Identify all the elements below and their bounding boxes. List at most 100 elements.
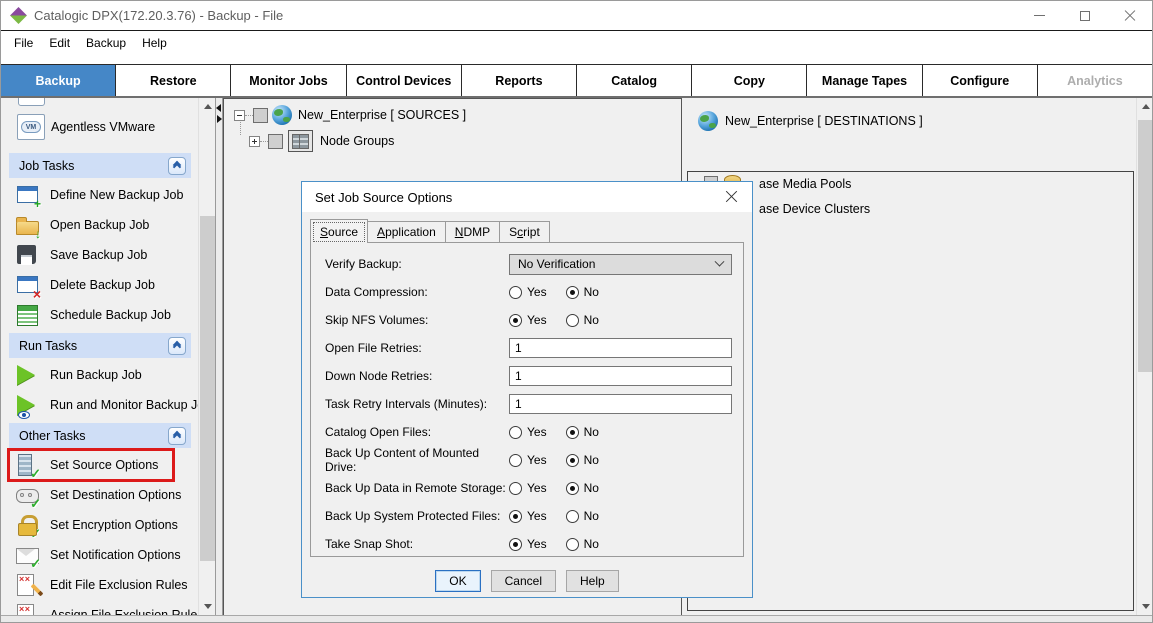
panel-splitter[interactable] [215,98,223,615]
scroll-up-arrow[interactable] [199,98,216,115]
radio-option-no[interactable]: No [566,313,599,327]
tab-manage-tapes[interactable]: Manage Tapes [807,65,922,96]
radio-option-yes[interactable]: Yes [509,537,547,551]
task-item-label: Set Encryption Options [50,518,178,532]
sidebar-item-label: Agentless VMware [51,120,155,134]
globe-icon [698,111,718,131]
radio-option-yes[interactable]: Yes [509,425,547,439]
text-input[interactable]: 1 [509,394,732,414]
text-input[interactable]: 1 [509,366,732,386]
radio-option-yes[interactable]: Yes [509,453,547,467]
dialog-tab-source[interactable]: Source [310,219,368,243]
expand-expander-icon[interactable] [249,136,260,147]
tree-node-device-clusters[interactable]: ase Device Clusters [688,199,1133,219]
scroll-down-arrow[interactable] [199,598,216,615]
sidebar-scrollbar[interactable] [198,98,215,615]
tree-node-enterprise-sources[interactable]: New_Enterprise [ SOURCES ] [234,105,466,125]
globe-icon [272,105,292,125]
tab-configure[interactable]: Configure [923,65,1038,96]
tree-node-media-pools[interactable]: ase Media Pools [688,174,1133,194]
tab-monitor-jobs[interactable]: Monitor Jobs [231,65,346,96]
sidebar-item-run-backup-job[interactable]: Run Backup Job [1,360,198,390]
collapse-section-button[interactable] [168,157,186,175]
sidebar-item-set-destination-options[interactable]: ✓Set Destination Options [1,480,198,510]
sidebar-item-open-backup-job[interactable]: ↓Open Backup Job [1,210,198,240]
maximize-icon [1080,11,1090,21]
tab-catalog[interactable]: Catalog [577,65,692,96]
sidebar-item-define-new-backup-job[interactable]: +Define New Backup Job [1,180,198,210]
tab-backup[interactable]: Backup [1,65,116,96]
sidebar-item-assign-file-exclusion-rule[interactable]: Assign File Exclusion Rule [1,600,198,615]
sidebar-item-save-backup-job[interactable]: Save Backup Job [1,240,198,270]
sidebar-item-set-source-options[interactable]: ✓Set Source Options [1,450,198,480]
radio-option-yes[interactable]: Yes [509,313,547,327]
scroll-up-arrow[interactable] [1137,98,1153,115]
scroll-down-arrow[interactable] [1137,598,1153,615]
sidebar-item-set-encryption-options[interactable]: ✓Set Encryption Options [1,510,198,540]
radio-icon [509,314,522,327]
section-header-job-tasks: Job Tasks [9,153,191,178]
minimize-button[interactable] [1017,1,1062,30]
cancel-button[interactable]: Cancel [491,570,556,592]
collapse-section-button[interactable] [168,427,186,445]
dialog-tab-script[interactable]: Script [499,221,550,243]
dialog-tab-ndmp[interactable]: NDMP [445,221,500,243]
dialog-tab-application[interactable]: Application [367,221,446,243]
verify-backup-dropdown[interactable]: No Verification [509,254,732,275]
form-row-back-up-content-of-mounted-drive: Back Up Content of Mounted Drive:YesNo [325,446,743,474]
tree-node-label: New_Enterprise [ DESTINATIONS ] [725,114,923,128]
sidebar-item-schedule-backup-job[interactable]: Schedule Backup Job [1,300,198,330]
maximize-button[interactable] [1062,1,1107,30]
task-sidebar: VM Agentless VMware Job Tasks+Define New… [1,98,198,615]
ok-button[interactable]: OK [435,570,480,592]
scrollbar-thumb[interactable] [200,216,215,561]
section-header-run-tasks: Run Tasks [9,333,191,358]
dialog-close-button[interactable] [710,182,752,212]
badge-icon: ✓ [30,468,41,480]
tree-node-enterprise-destinations[interactable]: New_Enterprise [ DESTINATIONS ] [698,111,923,131]
tab-control-devices[interactable]: Control Devices [347,65,462,96]
radio-option-no[interactable]: No [566,425,599,439]
radio-option-yes[interactable]: Yes [509,509,547,523]
scrollbar-thumb[interactable] [1138,120,1153,372]
tree-node-node-groups[interactable]: Node Groups [249,130,394,152]
sidebar-item-agentless-vmware[interactable]: VM Agentless VMware [1,110,190,144]
radio-label: Yes [527,509,547,523]
down-triangle-icon [204,604,212,609]
tab-restore[interactable]: Restore [116,65,231,96]
radio-label: Yes [527,481,547,495]
help-button[interactable]: Help [566,570,619,592]
radio-option-yes[interactable]: Yes [509,285,547,299]
form-row-back-up-data-in-remote-storage: Back Up Data in Remote Storage:YesNo [325,474,743,502]
collapse-section-button[interactable] [168,337,186,355]
destinations-scrollbar[interactable] [1136,98,1153,615]
menu-item-edit[interactable]: Edit [41,34,78,52]
agentless-vmware-icon: VM [17,114,45,140]
catalogic-logo-icon [10,7,27,24]
tab-copy[interactable]: Copy [692,65,807,96]
radio-option-yes[interactable]: Yes [509,481,547,495]
tree-checkbox[interactable] [253,108,268,123]
sidebar-item-delete-backup-job[interactable]: ×Delete Backup Job [1,270,198,300]
tree-checkbox[interactable] [268,134,283,149]
sidebar-item-edit-file-exclusion-rules[interactable]: Edit File Exclusion Rules [1,570,198,600]
text-input[interactable]: 1 [509,338,732,358]
sidebar-item-set-notification-options[interactable]: ✓Set Notification Options [1,540,198,570]
task-item-label: Save Backup Job [50,248,147,262]
menu-item-backup[interactable]: Backup [78,34,134,52]
radio-option-no[interactable]: No [566,481,599,495]
delete-backup-job-icon: × [15,273,41,297]
radio-option-no[interactable]: No [566,537,599,551]
close-button[interactable] [1107,1,1152,30]
tab-reports[interactable]: Reports [462,65,577,96]
collapse-expander-icon[interactable] [234,110,245,121]
menu-item-help[interactable]: Help [134,34,175,52]
radio-option-no[interactable]: No [566,453,599,467]
dialog-form: Verify Backup:No VerificationData Compre… [310,242,744,557]
radio-option-no[interactable]: No [566,285,599,299]
set-job-source-options-dialog: Set Job Source Options SourceApplication… [301,181,753,598]
menu-item-file[interactable]: File [6,34,41,52]
field-label: Down Node Retries: [325,369,509,383]
radio-option-no[interactable]: No [566,509,599,523]
sidebar-item-run-and-monitor-backup-job[interactable]: Run and Monitor Backup Job [1,390,198,420]
